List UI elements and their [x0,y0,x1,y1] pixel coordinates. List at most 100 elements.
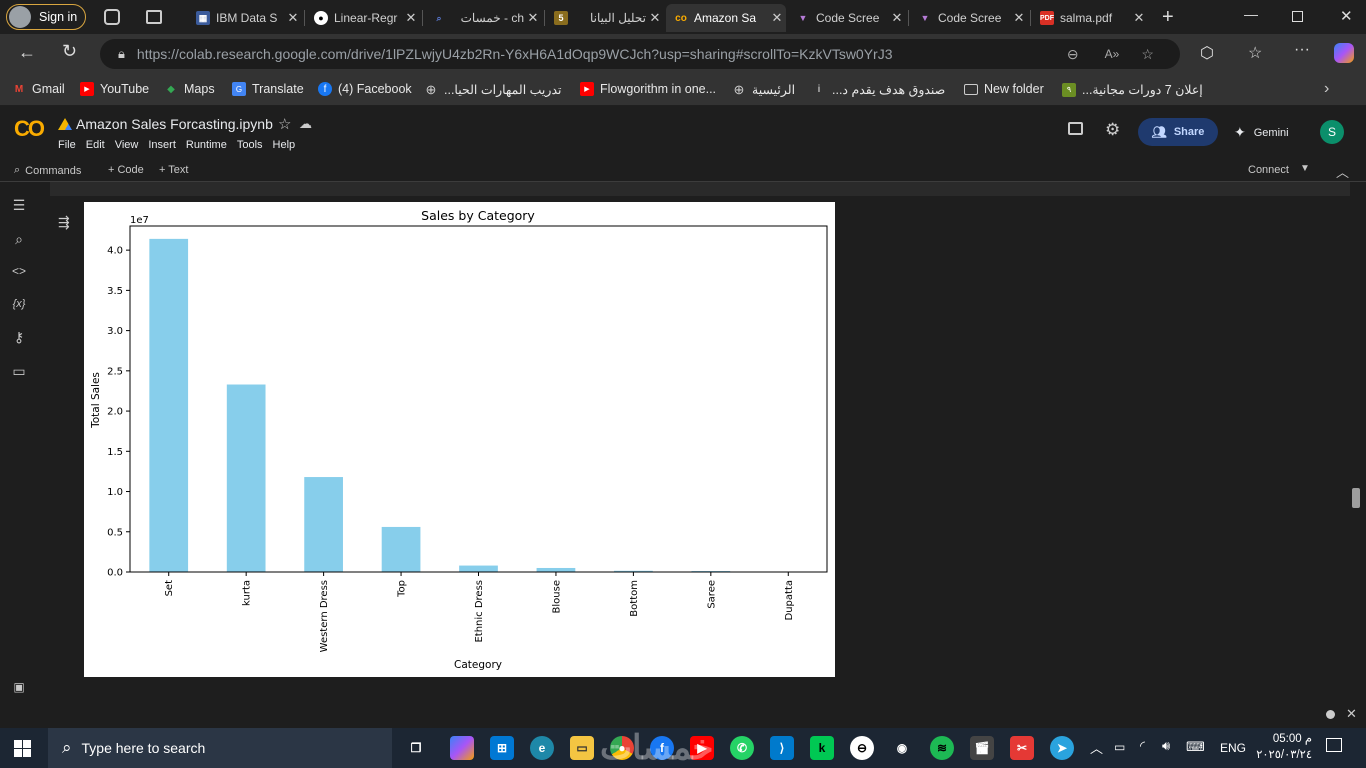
more-options-icon[interactable]: ··· [1294,41,1310,59]
back-icon[interactable]: ← [18,42,36,63]
tab-ibm[interactable]: ▦ IBM Data S ✕ [188,4,302,32]
avatar[interactable]: S [1320,120,1344,144]
connect-button[interactable]: Connect [1248,164,1289,176]
output-options-icon[interactable]: ⇶ [58,214,70,231]
secrets-key-icon[interactable]: ⚷ [10,328,28,346]
windows-start-icon[interactable] [14,740,31,757]
restore-icon[interactable] [1292,11,1303,22]
menu-view[interactable]: View [115,139,139,151]
bookmark-facebook[interactable]: f (4) Facebook [318,82,412,96]
menu-tools[interactable]: Tools [237,139,263,151]
read-aloud-icon[interactable]: A» [1105,47,1120,61]
menu-help[interactable]: Help [273,139,296,151]
tab-khamsat-search[interactable]: ⌕ ch - خمسات ✕ [424,4,542,32]
gemini-button[interactable]: ✦ Gemini [1234,124,1289,141]
chevron-down-icon[interactable]: ▼ [1300,163,1310,174]
bookmark-free-courses[interactable]: ٩ إعلان 7 دورات مجانية... [1062,82,1203,97]
tab-amazon-sales[interactable]: co Amazon Sa ✕ [666,4,786,32]
add-text-button[interactable]: + Text [159,164,188,176]
battery-icon[interactable]: ▭ [1114,740,1125,754]
menu-file[interactable]: File [58,139,76,151]
tab-data-analysis[interactable]: 5 تحليل البيانا ✕ [546,4,664,32]
address-bar[interactable]: 🔒︎ https://colab.research.google.com/dri… [100,39,1180,69]
comment-icon[interactable] [1068,122,1083,135]
bookmark-gmail[interactable]: M Gmail [12,82,65,96]
workspaces-icon[interactable] [104,9,120,25]
menu-runtime[interactable]: Runtime [186,139,227,151]
copilot-taskbar-icon[interactable] [450,736,474,760]
menu-insert[interactable]: Insert [148,139,176,151]
new-tab-icon[interactable]: + [1162,6,1174,29]
close-tab-icon[interactable]: ✕ [888,10,906,26]
terminal-icon[interactable]: ▣ [10,678,28,696]
bookmark-home[interactable]: ⊕ الرئيسية [732,82,796,98]
close-status-icon[interactable]: ✕ [1346,706,1357,722]
tab-salma-pdf[interactable]: PDF salma.pdf ✕ [1032,4,1148,32]
close-tab-icon[interactable]: ✕ [284,10,302,26]
tab-linear-regression[interactable]: ● Linear-Regr ✕ [306,4,420,32]
tab-code-screen-2[interactable]: ▼ Code Scree ✕ [910,4,1028,32]
task-view-icon[interactable]: ❐ [404,736,428,760]
language-indicator[interactable]: ENG [1220,741,1246,755]
menu-edit[interactable]: Edit [86,139,105,151]
close-window-icon[interactable]: ✕ [1340,7,1353,25]
variables-icon[interactable]: {x} [10,295,28,313]
snipping-tool-icon[interactable]: ✂ [1010,736,1034,760]
close-tab-icon[interactable]: ✕ [768,10,786,26]
profile-signin-button[interactable]: Sign in [6,4,86,30]
settings-gear-icon[interactable]: ⚙ [1105,120,1120,140]
clock[interactable]: 05:00 م ٢٠٢٥/٠٣/٢٤ [1254,731,1312,763]
close-tab-icon[interactable]: ✕ [646,10,664,26]
add-code-button[interactable]: + Code [108,164,144,176]
bookmark-youtube[interactable]: ▶ YouTube [80,82,149,96]
favorites-bar-icon[interactable]: ☆ [1248,43,1262,63]
bookmark-fund[interactable]: i صندوق هدف يقدم د... [812,82,945,97]
chevron-up-icon[interactable]: ︿ [1336,162,1349,181]
find-icon[interactable]: ⌕ [10,230,28,248]
tray-chevron-up-icon[interactable]: ︿ [1090,738,1103,757]
favorite-icon[interactable]: ☆ [1141,46,1154,63]
code-snippets-icon[interactable]: <> [10,262,28,280]
taskbar-search-box[interactable]: ⌕ Type here to search [48,728,392,768]
bookmark-flowgorithm[interactable]: ▶ Flowgorithm in one... [580,82,716,96]
bookmark-translate[interactable]: G Translate [232,82,304,96]
close-tab-icon[interactable]: ✕ [402,10,420,26]
refresh-icon[interactable]: ↻ [62,41,77,62]
whatsapp-icon[interactable]: ✆ [730,736,754,760]
commands-button[interactable]: ⌕ Commands [14,164,81,177]
colab-logo[interactable]: CO [14,116,45,142]
volume-icon[interactable]: 🔊︎ [1162,738,1170,754]
vscode-icon[interactable]: ⟩ [770,736,794,760]
close-tab-icon[interactable]: ✕ [1130,10,1148,26]
app-signal-icon[interactable]: ◉ [890,736,914,760]
telegram-icon[interactable]: ➤ [1050,736,1074,760]
star-icon[interactable]: ☆ [278,115,291,133]
minimize-icon[interactable]: — [1244,6,1258,22]
chevron-right-icon[interactable]: › [1324,80,1329,98]
wifi-icon[interactable]: ◜ [1140,738,1145,754]
edge-icon[interactable]: e [530,736,554,760]
tab-actions-icon[interactable] [146,10,162,24]
cloud-icon[interactable]: ☁ [299,116,312,132]
scrollbar-thumb[interactable] [1352,488,1360,508]
table-of-contents-icon[interactable]: ☰ [10,196,28,214]
bookmark-new-folder[interactable]: New folder [964,82,1044,96]
spotify-icon[interactable]: ≋ [930,736,954,760]
notebook-title[interactable]: Amazon Sales Forcasting.ipynb [76,116,273,132]
close-tab-icon[interactable]: ✕ [524,10,542,26]
microsoft-store-icon[interactable]: ⊞ [490,736,514,760]
close-tab-icon[interactable]: ✕ [1010,10,1028,26]
share-button[interactable]: 👥︎ Share [1138,118,1218,146]
app-toggle-icon[interactable]: ⊖ [850,736,874,760]
file-explorer-icon[interactable]: ▭ [570,736,594,760]
keyboard-icon[interactable]: ⌨ [1186,739,1205,755]
video-editor-icon[interactable]: 🎬︎ [970,736,994,760]
copilot-icon[interactable] [1334,43,1354,63]
app-green-icon[interactable]: k [810,736,834,760]
files-folder-icon[interactable]: ▭ [10,362,28,380]
bookmark-maps[interactable]: ◆ Maps [164,82,214,96]
tab-code-screen-1[interactable]: ▼ Code Scree ✕ [788,4,906,32]
bookmark-skills-training[interactable]: ⊕ تدريب المهارات الحيا... [424,82,562,98]
notifications-icon[interactable] [1326,738,1342,752]
extensions-icon[interactable]: ⬡ [1200,43,1214,63]
